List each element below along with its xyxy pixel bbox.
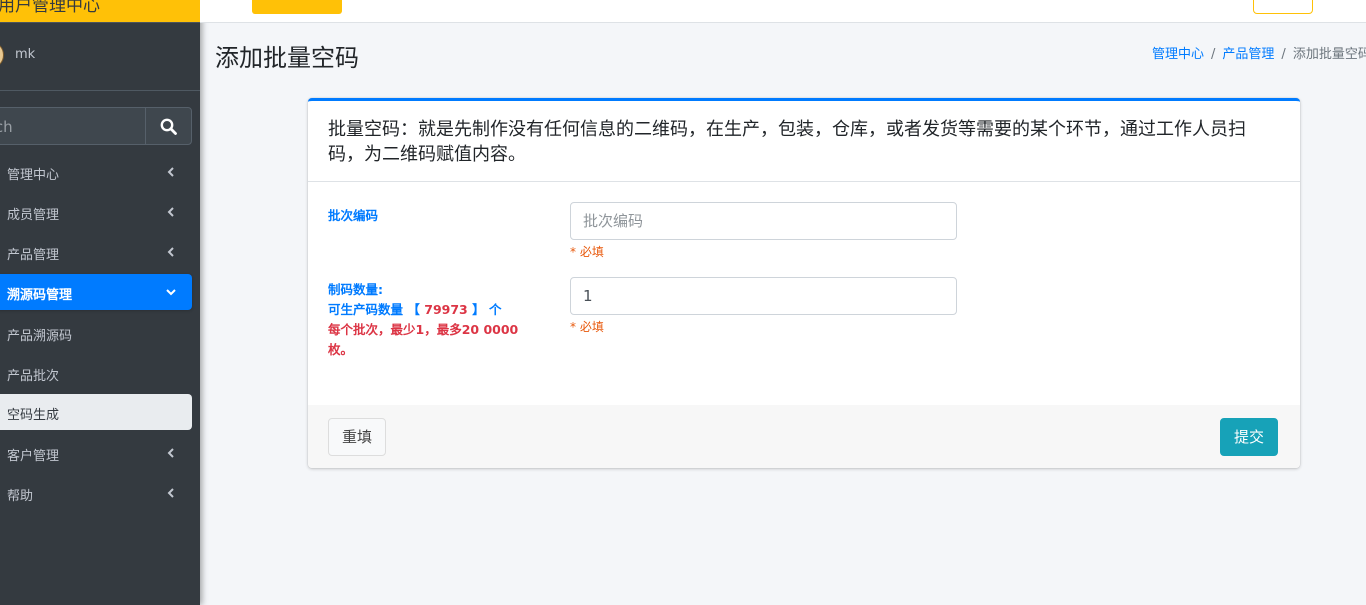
sidebar-item-label: 溯源码管理 (7, 288, 73, 303)
sidebar-item-label: 帮助 (7, 489, 34, 504)
sidebar-item-label: 成员管理 (7, 208, 60, 223)
top-navbar (200, 0, 1366, 23)
bracket-close: 】 (472, 302, 485, 317)
available-count-line: 可生产码数量 【 79973 】 个 (328, 300, 518, 320)
breadcrumb-separator: / (1281, 47, 1286, 62)
breadcrumb-current: 添加批量空码 (1292, 47, 1366, 62)
sidebar-item-members[interactable]: 成员管理 (0, 194, 192, 230)
quantity-input[interactable] (570, 277, 957, 315)
sidebar-item-label: 产品批次 (7, 369, 60, 384)
card-description: 批量空码：就是先制作没有任何信息的二维码，在生产，包装，仓库，或者发货等需要的某… (328, 119, 1246, 165)
batch-code-input[interactable] (570, 202, 957, 240)
user-panel: mk (0, 22, 200, 91)
search-placeholder: rch (0, 118, 13, 136)
chevron-left-icon (167, 167, 174, 177)
batch-code-label: 批次编码 (328, 208, 379, 223)
required-hint: * 必填 (570, 320, 604, 334)
available-prefix: 可生产码数量 (328, 302, 404, 317)
chevron-down-icon (166, 289, 176, 296)
sidebar-item-admin-center[interactable]: 管理中心 (0, 154, 192, 190)
sidebar-item-customers[interactable]: 客户管理 (0, 435, 192, 471)
chevron-left-icon (167, 488, 174, 498)
quantity-rule-line2: 枚。 (328, 342, 354, 357)
quantity-label-block: 制码数量: 可生产码数量 【 79973 】 个 每个批次，最少1，最多20 0… (328, 280, 518, 360)
username[interactable]: mk (15, 47, 35, 62)
breadcrumb: 管理中心 / 产品管理 / 添加批量空码 (1152, 43, 1366, 62)
sidebar-item-product-batch[interactable]: 产品批次 (0, 355, 192, 391)
reset-button[interactable]: 重填 (328, 418, 386, 456)
submit-button[interactable]: 提交 (1220, 418, 1278, 456)
sidebar-item-label: 客户管理 (7, 449, 60, 464)
available-unit: 个 (488, 302, 502, 317)
avatar[interactable] (0, 41, 4, 69)
card-header: 批量空码：就是先制作没有任何信息的二维码，在生产，包装，仓库，或者发货等需要的某… (308, 101, 1300, 182)
sidebar-search: rch (0, 107, 192, 145)
sidebar-item-label: 产品管理 (7, 248, 60, 263)
required-hint: * 必填 (570, 245, 604, 259)
sidebar-item-help[interactable]: 帮助 (0, 475, 192, 511)
breadcrumb-link-admin-center[interactable]: 管理中心 (1152, 47, 1204, 62)
form-card: 批量空码：就是先制作没有任何信息的二维码，在生产，包装，仓库，或者发货等需要的某… (308, 98, 1300, 468)
card-footer: 重填 提交 (308, 405, 1300, 468)
sidebar-item-label: 管理中心 (7, 168, 60, 183)
sidebar-item-blank-code-generate[interactable]: 空码生成 (0, 394, 192, 430)
page-title: 添加批量空码 (215, 44, 359, 72)
chevron-left-icon (167, 247, 174, 257)
brand-bar[interactable]: 用户管理中心 (0, 0, 200, 23)
sidebar-item-product-trace-code[interactable]: 产品溯源码 (0, 315, 192, 351)
quantity-label: 制码数量: (328, 282, 383, 297)
search-button[interactable] (145, 107, 192, 145)
search-input[interactable]: rch (0, 107, 146, 145)
top-yellow-button[interactable] (252, 0, 342, 14)
chevron-left-icon (167, 448, 174, 458)
chevron-left-icon (167, 207, 174, 217)
top-outline-button[interactable] (1253, 0, 1313, 14)
sidebar-item-products[interactable]: 产品管理 (0, 234, 192, 270)
search-icon (160, 118, 177, 135)
quantity-rule-line1: 每个批次，最少1，最多20 0000 (328, 322, 519, 337)
brand-title: 用户管理中心 (0, 0, 100, 16)
bracket-open: 【 (407, 302, 420, 317)
sidebar-item-label: 产品溯源码 (7, 329, 73, 344)
sidebar: 用户管理中心 mk rch 管理中心 成员管理 产品管理 溯源码管理 产品溯源码… (0, 0, 200, 605)
sidebar-item-label: 空码生成 (7, 408, 60, 423)
breadcrumb-link-products[interactable]: 产品管理 (1222, 47, 1274, 62)
sidebar-item-trace-code[interactable]: 溯源码管理 (0, 274, 192, 310)
available-count: 79973 (424, 302, 468, 317)
breadcrumb-separator: / (1211, 47, 1216, 62)
